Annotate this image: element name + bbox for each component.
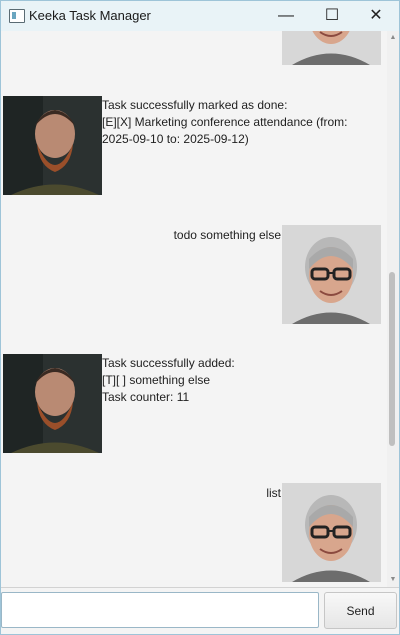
window-title: Keeka Task Manager — [29, 8, 151, 23]
scroll-down-arrow-icon[interactable]: ▼ — [388, 575, 398, 585]
title-bar[interactable]: Keeka Task Manager — ☐ ✕ — [1, 1, 399, 31]
close-button[interactable]: ✕ — [353, 1, 399, 31]
user-avatar-older-man — [282, 225, 381, 324]
message-input[interactable] — [1, 592, 319, 628]
minimize-button[interactable]: — — [263, 1, 309, 31]
bot-message-text: Task successfully marked as done: [E][X]… — [102, 98, 348, 146]
maximize-button[interactable]: ☐ — [309, 1, 355, 31]
chat-scrollbar[interactable]: ▲ ▼ — [387, 31, 399, 587]
user-message-text: list — [266, 486, 281, 500]
app-window: Keeka Task Manager — ☐ ✕ Task successful… — [0, 0, 400, 635]
bearded-man-avatar-image — [3, 354, 102, 453]
app-window-icon — [9, 9, 25, 23]
scrollbar-thumb[interactable] — [389, 272, 395, 446]
bearded-man-avatar-image — [3, 96, 102, 195]
user-avatar-older-man — [282, 31, 381, 65]
older-man-glasses-avatar-image — [282, 31, 381, 65]
user-message-text: todo something else — [173, 228, 281, 242]
bot-avatar-bearded-man — [3, 96, 102, 195]
bot-message-text: Task successfully added: [T][ ] somethin… — [102, 356, 235, 404]
user-avatar-older-man — [282, 483, 381, 582]
send-button[interactable]: Send — [324, 592, 397, 629]
scroll-up-arrow-icon[interactable]: ▲ — [388, 33, 398, 43]
bot-avatar-bearded-man — [3, 354, 102, 453]
older-man-glasses-avatar-image — [282, 483, 381, 582]
input-bar: Send — [1, 587, 399, 634]
older-man-glasses-avatar-image — [282, 225, 381, 324]
chat-dialog-area[interactable]: Task successfully marked as done: [E][X]… — [1, 31, 387, 587]
